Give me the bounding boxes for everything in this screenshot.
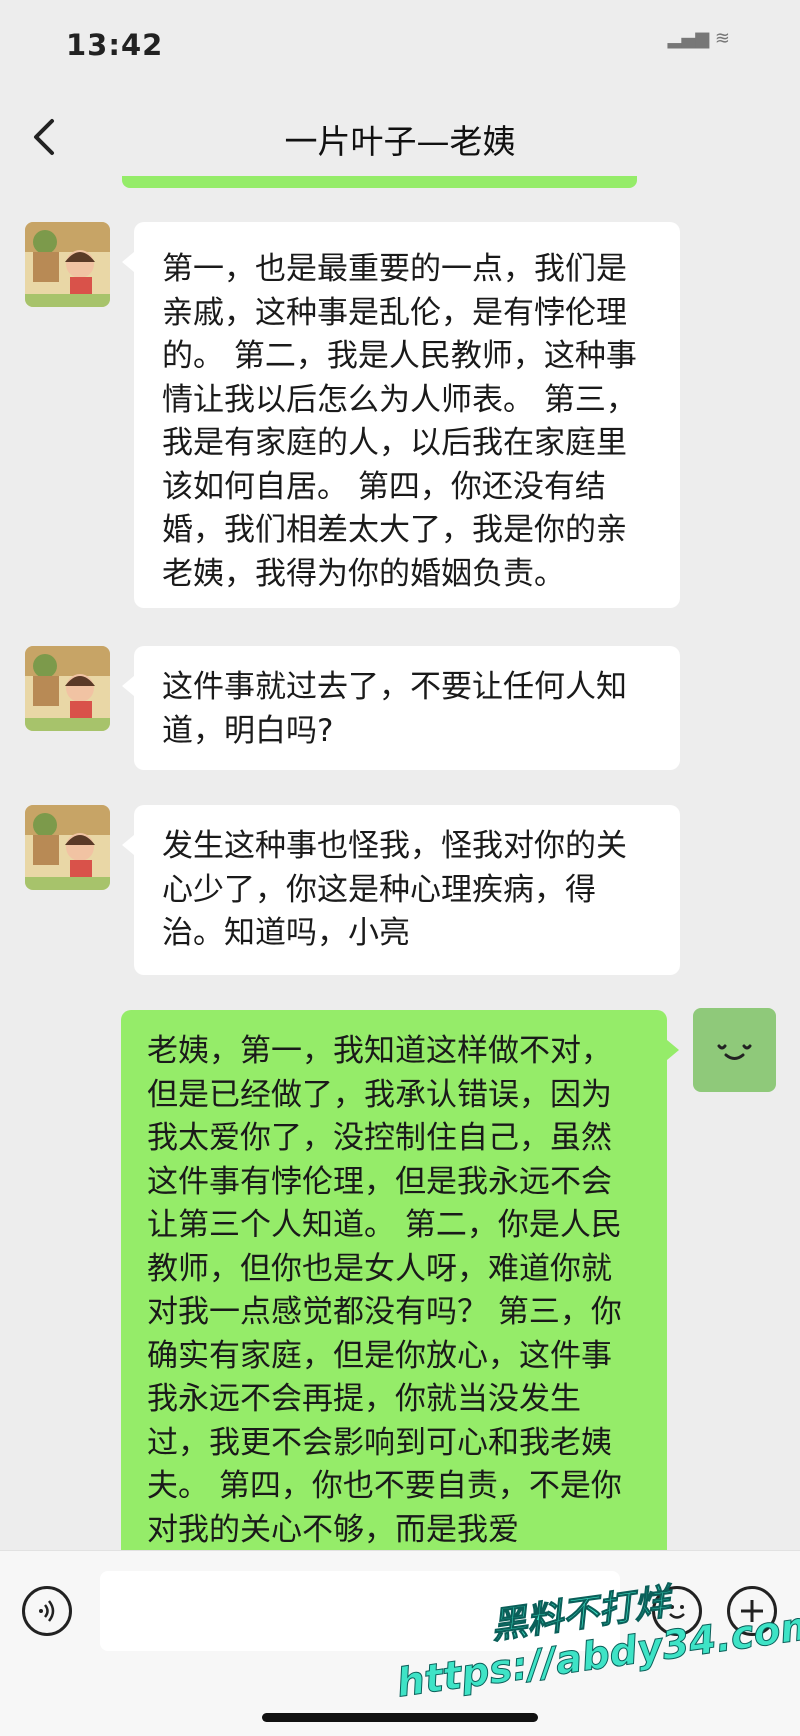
signal-icon: ▂▄▆ ≋ — [667, 28, 730, 49]
voice-icon — [39, 1600, 55, 1622]
status-bar: 13:42 ▂▄▆ ≋ — [0, 0, 800, 95]
contact-avatar[interactable] — [25, 805, 110, 890]
chat-header: 一片叶子—老姨 — [0, 95, 800, 183]
message-text: 老姨，第一，我知道这样做不对，但是已经做了，我承认错误，因为我太爱你了，没控制住… — [147, 1033, 622, 1548]
home-indicator[interactable] — [262, 1713, 538, 1722]
status-time: 13:42 — [66, 28, 164, 62]
message-bubble-outgoing[interactable]: 老姨，第一，我知道这样做不对，但是已经做了，我承认错误，因为我太爱你了，没控制住… — [121, 1010, 679, 1570]
previous-message-bubble-edge — [122, 176, 637, 188]
message-bubble-incoming[interactable]: 这件事就过去了，不要让任何人知道，明白吗? — [122, 646, 680, 770]
contact-avatar[interactable] — [25, 222, 110, 307]
smile-face-icon — [717, 1044, 752, 1060]
message-bubble-incoming[interactable]: 发生这种事也怪我，怪我对你的关心少了，你这是种心理疾病，得治。知道吗，小亮 — [122, 805, 680, 975]
message-text: 发生这种事也怪我，怪我对你的关心少了，你这是种心理疾病，得治。知道吗，小亮 — [162, 828, 627, 951]
message-bubble-incoming[interactable]: 第一，也是最重要的一点，我们是亲戚，这种事是乱伦，是有悖伦理的。 第二，我是人民… — [122, 222, 680, 608]
message-text: 第一，也是最重要的一点，我们是亲戚，这种事是乱伦，是有悖伦理的。 第二，我是人民… — [162, 251, 637, 592]
my-avatar[interactable] — [693, 1008, 776, 1092]
chat-title: 一片叶子—老姨 — [284, 122, 516, 161]
message-text: 这件事就过去了，不要让任何人知道，明白吗? — [162, 669, 627, 749]
contact-avatar[interactable] — [25, 646, 110, 731]
voice-button[interactable] — [22, 1586, 72, 1636]
